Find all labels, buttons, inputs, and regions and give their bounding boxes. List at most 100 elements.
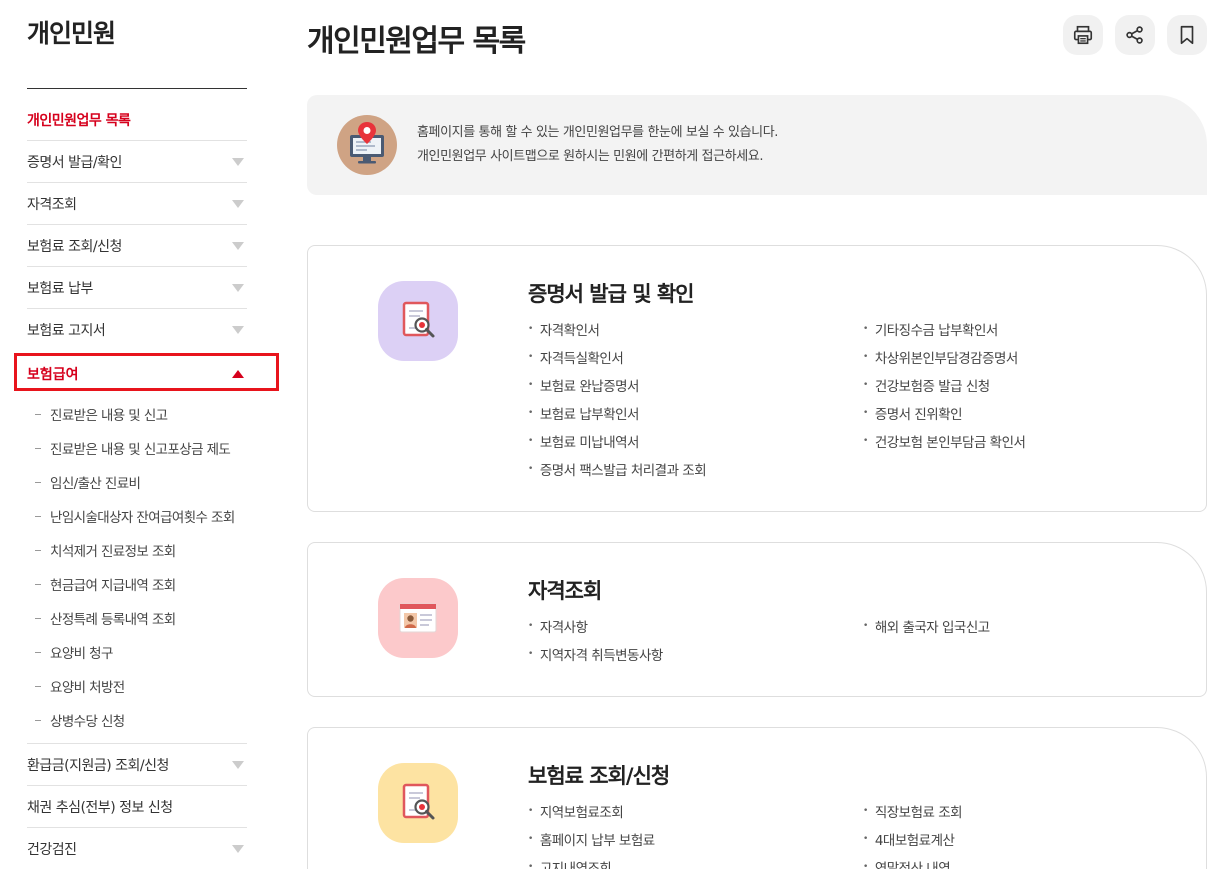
card-link[interactable]: 보험료 납부확인서 bbox=[528, 403, 863, 423]
chevron-down-icon bbox=[232, 326, 244, 334]
sidebar-item-label: 환급금(지원금) 조회/신청 bbox=[27, 757, 169, 774]
sidebar-item-premium-notice[interactable]: 보험료 고지서 bbox=[27, 309, 247, 351]
dash-icon bbox=[35, 481, 41, 483]
submenu-item[interactable]: 요양비 처방전 bbox=[27, 669, 247, 703]
sidebar-item-certificates[interactable]: 증명서 발급/확인 bbox=[27, 141, 247, 183]
submenu-item-label: 난임시술대상자 잔여급여횟수 조회 bbox=[50, 510, 235, 526]
submenu-item-label: 요양비 처방전 bbox=[50, 680, 125, 696]
submenu-item[interactable]: 치석제거 진료정보 조회 bbox=[27, 533, 247, 567]
dash-icon bbox=[35, 719, 41, 721]
card-link[interactable]: 차상위본인부담경감증명서 bbox=[863, 347, 1188, 367]
chevron-down-icon bbox=[232, 844, 244, 853]
document-search-icon bbox=[378, 763, 458, 843]
card-link[interactable]: 건강보험증 발급 신청 bbox=[863, 375, 1188, 395]
sidebar-title: 개인민원 bbox=[27, 19, 116, 48]
submenu-item[interactable]: 요양비 청구 bbox=[27, 635, 247, 669]
print-button[interactable] bbox=[1063, 15, 1103, 55]
card-link[interactable]: 고지내역조회 bbox=[528, 857, 863, 869]
dash-icon bbox=[35, 549, 41, 551]
chevron-up-icon bbox=[232, 370, 244, 378]
submenu-item-label: 요양비 청구 bbox=[50, 646, 113, 662]
card-link[interactable]: 4대보험료계산 bbox=[863, 829, 1188, 849]
chevron-down-icon bbox=[232, 157, 244, 166]
dash-icon bbox=[35, 617, 41, 619]
card-link-list: 자격확인서 기타징수금 납부확인서 자격득실확인서 차상위본인부담경감증명서 보… bbox=[528, 319, 1188, 479]
sidebar-item-benefits[interactable]: 보험급여 bbox=[14, 353, 279, 395]
submenu-item-label: 산정특례 등록내역 조회 bbox=[50, 612, 176, 628]
submenu-item-label: 진료받은 내용 및 신고포상금 제도 bbox=[50, 442, 231, 458]
dash-icon bbox=[35, 447, 41, 449]
chevron-down-icon bbox=[232, 199, 244, 208]
card-title: 증명서 발급 및 확인 bbox=[528, 282, 694, 306]
card-link[interactable]: 증명서 팩스발급 처리결과 조회 bbox=[528, 459, 863, 479]
service-card-certificates: 증명서 발급 및 확인 자격확인서 기타징수금 납부확인서 자격득실확인서 차상… bbox=[307, 245, 1207, 512]
chevron-down-icon bbox=[232, 760, 244, 769]
card-link[interactable]: 홈페이지 납부 보험료 bbox=[528, 829, 863, 849]
card-link[interactable]: 보험료 완납증명서 bbox=[528, 375, 863, 395]
submenu-item[interactable]: 현금급여 지급내역 조회 bbox=[27, 567, 247, 601]
sidebar-submenu: 진료받은 내용 및 신고 진료받은 내용 및 신고포상금 제도 임신/출산 진료… bbox=[27, 395, 247, 744]
card-link[interactable]: 자격득실확인서 bbox=[528, 347, 863, 367]
card-link[interactable]: 건강보험 본인부담금 확인서 bbox=[863, 431, 1188, 451]
dash-icon bbox=[35, 413, 41, 415]
card-link[interactable]: 해외 출국자 입국신고 bbox=[863, 616, 1188, 636]
sidebar: 개인민원 개인민원업무 목록 증명서 발급/확인 자격조회 보험료 조회/신청 … bbox=[14, 0, 279, 869]
card-link[interactable]: 자격사항 bbox=[528, 616, 863, 636]
card-link[interactable]: 지역보험료조회 bbox=[528, 801, 863, 821]
card-link[interactable]: 보험료 미납내역서 bbox=[528, 431, 863, 451]
submenu-item[interactable]: 진료받은 내용 및 신고포상금 제도 bbox=[27, 431, 247, 465]
dash-icon bbox=[35, 515, 41, 517]
submenu-item[interactable]: 진료받은 내용 및 신고 bbox=[27, 397, 247, 431]
sidebar-item-premium-inquiry[interactable]: 보험료 조회/신청 bbox=[27, 225, 247, 267]
submenu-item-label: 상병수당 신청 bbox=[50, 714, 125, 730]
page-title: 개인민원업무 목록 bbox=[307, 24, 526, 59]
chevron-down-icon bbox=[232, 241, 244, 250]
sidebar-item-list[interactable]: 개인민원업무 목록 bbox=[27, 89, 247, 141]
info-line-2: 개인민원업무 사이트맵으로 원하시는 민원에 간편하게 접근하세요. bbox=[417, 149, 764, 164]
card-title: 자격조회 bbox=[528, 579, 602, 603]
dash-icon bbox=[35, 583, 41, 585]
info-banner: 홈페이지를 통해 할 수 있는 개인민원업무를 한눈에 보실 수 있습니다. 개… bbox=[307, 95, 1207, 195]
submenu-item-label: 임신/출산 진료비 bbox=[50, 476, 141, 492]
submenu-item-label: 진료받은 내용 및 신고 bbox=[50, 408, 168, 424]
sidebar-item-label: 증명서 발급/확인 bbox=[27, 154, 122, 171]
submenu-item[interactable]: 상병수당 신청 bbox=[27, 703, 247, 737]
sidebar-item-label: 보험료 납부 bbox=[27, 280, 93, 297]
card-title: 보험료 조회/신청 bbox=[528, 764, 670, 788]
sidebar-item-label: 보험료 조회/신청 bbox=[27, 238, 122, 255]
submenu-item[interactable]: 임신/출산 진료비 bbox=[27, 465, 247, 499]
sidebar-item-label: 건강검진 bbox=[27, 841, 77, 858]
chevron-down-icon bbox=[232, 283, 244, 292]
card-link-list: 지역보험료조회 직장보험료 조회 홈페이지 납부 보험료 4대보험료계산 고지내… bbox=[528, 801, 1188, 869]
submenu-item[interactable]: 난임시술대상자 잔여급여횟수 조회 bbox=[27, 499, 247, 533]
dash-icon bbox=[35, 685, 41, 687]
sidebar-item-label: 개인민원업무 목록 bbox=[27, 112, 131, 129]
info-line-1: 홈페이지를 통해 할 수 있는 개인민원업무를 한눈에 보실 수 있습니다. bbox=[417, 125, 779, 140]
submenu-item-label: 현금급여 지급내역 조회 bbox=[50, 578, 176, 594]
document-search-icon bbox=[378, 281, 458, 361]
sidebar-item-refund[interactable]: 환급금(지원금) 조회/신청 bbox=[27, 744, 247, 786]
sidebar-item-eligibility[interactable]: 자격조회 bbox=[27, 183, 247, 225]
submenu-item[interactable]: 산정특례 등록내역 조회 bbox=[27, 601, 247, 635]
print-icon bbox=[1073, 25, 1093, 45]
info-text: 홈페이지를 통해 할 수 있는 개인민원업무를 한눈에 보실 수 있습니다. 개… bbox=[417, 121, 778, 169]
service-card-eligibility: 자격조회 자격사항 해외 출국자 입국신고 지역자격 취득변동사항 bbox=[307, 542, 1207, 697]
card-link[interactable]: 기타징수금 납부확인서 bbox=[863, 319, 1188, 339]
bookmark-button[interactable] bbox=[1167, 15, 1207, 55]
card-link[interactable]: 증명서 진위확인 bbox=[863, 403, 1188, 423]
card-link[interactable]: 지역자격 취득변동사항 bbox=[528, 644, 863, 664]
sidebar-item-label: 채권 추심(전부) 정보 신청 bbox=[27, 799, 173, 816]
id-card-icon bbox=[378, 578, 458, 658]
monitor-location-icon bbox=[337, 115, 397, 175]
card-link-list: 자격사항 해외 출국자 입국신고 지역자격 취득변동사항 bbox=[528, 616, 1188, 664]
sidebar-item-debt-collection[interactable]: 채권 추심(전부) 정보 신청 bbox=[27, 786, 247, 828]
card-link[interactable]: 직장보험료 조회 bbox=[863, 801, 1188, 821]
sidebar-item-label: 보험급여 bbox=[27, 367, 79, 383]
share-button[interactable] bbox=[1115, 15, 1155, 55]
submenu-item-label: 치석제거 진료정보 조회 bbox=[50, 544, 176, 560]
share-icon bbox=[1126, 26, 1143, 44]
sidebar-item-premium-payment[interactable]: 보험료 납부 bbox=[27, 267, 247, 309]
card-link[interactable]: 연말정산 내역 bbox=[863, 857, 1188, 869]
card-link[interactable]: 자격확인서 bbox=[528, 319, 863, 339]
sidebar-item-checkup[interactable]: 건강검진 bbox=[27, 828, 247, 869]
